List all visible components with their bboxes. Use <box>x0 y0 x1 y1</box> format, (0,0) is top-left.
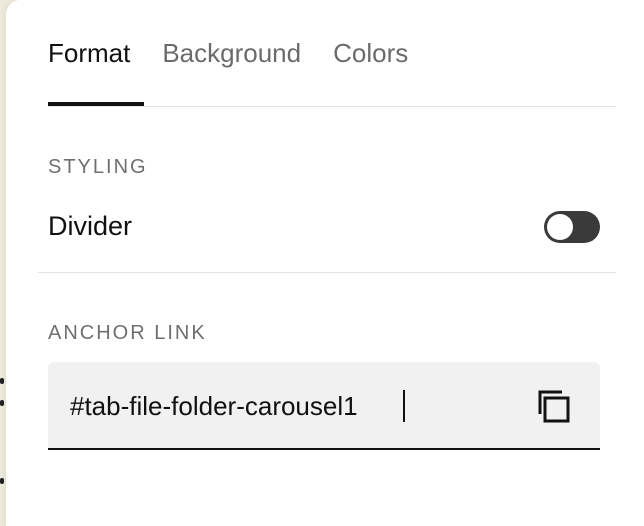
anchor-link-input[interactable] <box>70 388 510 424</box>
tab-colors-label: Colors <box>333 37 409 68</box>
backdrop-text-fragment <box>0 378 4 384</box>
tab-background[interactable]: Background <box>162 0 301 106</box>
tab-colors[interactable]: Colors <box>333 0 408 106</box>
anchor-link-heading: ANCHOR LINK <box>48 322 207 344</box>
toggle-knob <box>547 214 573 240</box>
copy-icon <box>538 390 570 423</box>
tab-background-label: Background <box>162 37 302 68</box>
backdrop-text-fragment <box>0 400 4 406</box>
backdrop-text-fragment <box>0 478 4 484</box>
tab-format-label: Format <box>48 37 131 68</box>
divider-toggle[interactable] <box>544 211 600 243</box>
tabs-divider <box>48 106 616 107</box>
text-caret <box>403 390 405 422</box>
tab-format[interactable]: Format <box>48 0 145 106</box>
divider-label: Divider <box>48 211 133 241</box>
section-divider <box>38 272 616 273</box>
format-panel: Format Background Colors STYLING Divider… <box>6 0 644 526</box>
anchor-link-field <box>48 362 600 450</box>
copy-button[interactable] <box>536 386 578 428</box>
styling-heading: STYLING <box>48 156 148 178</box>
tab-bar: Format Background Colors <box>48 0 440 106</box>
